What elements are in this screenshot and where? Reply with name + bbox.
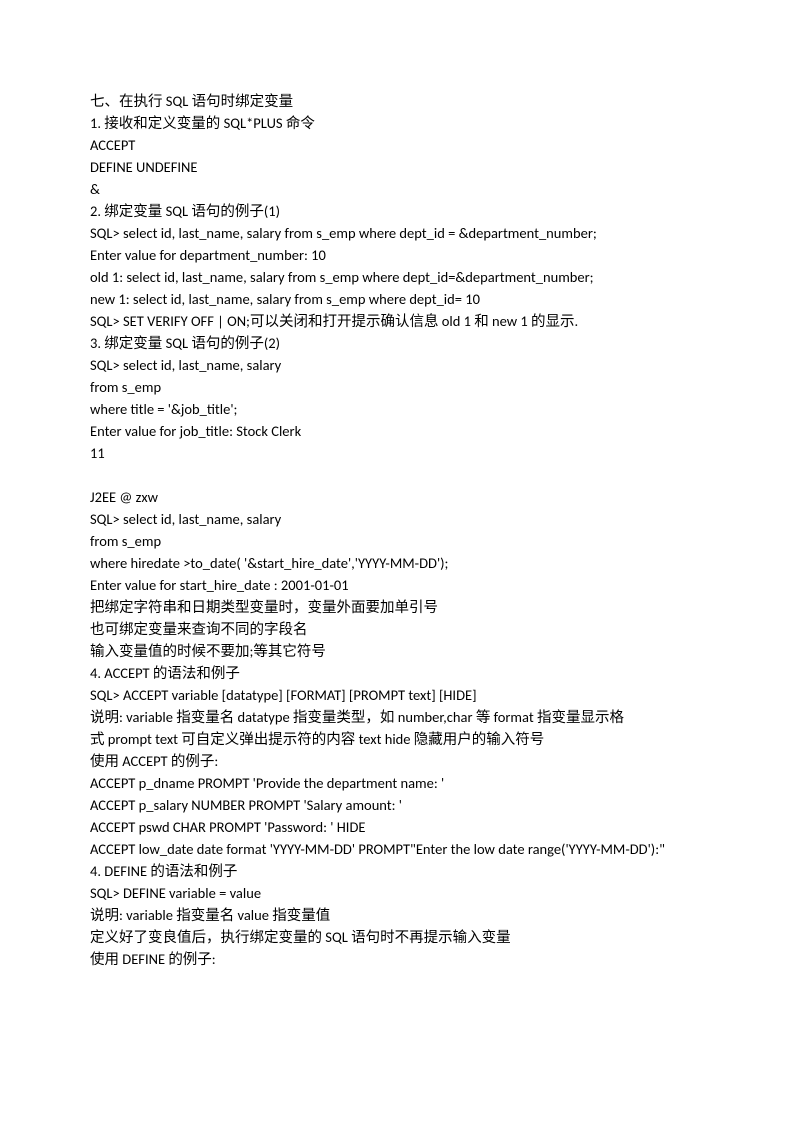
document-page: 七、在执行 SQL 语句时绑定变量1. 接收和定义变量的 SQL*PLUS 命令… (0, 0, 793, 970)
text-line: 4. DEFINE 的语法和例子 (90, 860, 703, 882)
text-line: 11 (90, 442, 703, 464)
text-line: 使用 DEFINE 的例子: (90, 948, 703, 970)
text-line: old 1: select id, last_name, salary from… (90, 266, 703, 288)
text-line: SQL> SET VERIFY OFF | ON;可以关闭和打开提示确认信息 o… (90, 310, 703, 332)
text-line: 4. ACCEPT 的语法和例子 (90, 662, 703, 684)
text-line: where hiredate >to_date( '&start_hire_da… (90, 552, 703, 574)
text-line: Enter value for job_title: Stock Clerk (90, 420, 703, 442)
text-line: 说明: variable 指变量名 value 指变量值 (90, 904, 703, 926)
text-line: ACCEPT (90, 134, 703, 156)
text-line: 说明: variable 指变量名 datatype 指变量类型，如 numbe… (90, 706, 703, 728)
text-line: SQL> select id, last_name, salary (90, 354, 703, 376)
text-line (90, 464, 703, 486)
text-line: ACCEPT p_dname PROMPT 'Provide the depar… (90, 772, 703, 794)
text-line: 3. 绑定变量 SQL 语句的例子(2) (90, 332, 703, 354)
text-line: 1. 接收和定义变量的 SQL*PLUS 命令 (90, 112, 703, 134)
text-line: SQL> select id, last_name, salary from s… (90, 222, 703, 244)
text-line: from s_emp (90, 530, 703, 552)
text-line: 把绑定字符串和日期类型变量时，变量外面要加单引号 (90, 596, 703, 618)
text-line: ACCEPT p_salary NUMBER PROMPT 'Salary am… (90, 794, 703, 816)
text-line: 输入变量值的时候不要加;等其它符号 (90, 640, 703, 662)
text-line: 使用 ACCEPT 的例子: (90, 750, 703, 772)
text-line: 也可绑定变量来查询不同的字段名 (90, 618, 703, 640)
text-line: & (90, 178, 703, 200)
text-line: SQL> select id, last_name, salary (90, 508, 703, 530)
text-line: where title = '&job_title'; (90, 398, 703, 420)
text-line: SQL> DEFINE variable = value (90, 882, 703, 904)
text-line: 2. 绑定变量 SQL 语句的例子(1) (90, 200, 703, 222)
text-line: from s_emp (90, 376, 703, 398)
text-line: Enter value for start_hire_date : 2001-0… (90, 574, 703, 596)
text-line: 七、在执行 SQL 语句时绑定变量 (90, 90, 703, 112)
text-line: SQL> ACCEPT variable [datatype] [FORMAT]… (90, 684, 703, 706)
text-line: ACCEPT pswd CHAR PROMPT 'Password: ' HID… (90, 816, 703, 838)
text-line: J2EE @ zxw (90, 486, 703, 508)
text-line: ACCEPT low_date date format 'YYYY-MM-DD'… (90, 838, 703, 860)
text-line: Enter value for department_number: 10 (90, 244, 703, 266)
text-line: DEFINE UNDEFINE (90, 156, 703, 178)
text-line: 定义好了变良值后，执行绑定变量的 SQL 语句时不再提示输入变量 (90, 926, 703, 948)
text-line: 式 prompt text 可自定义弹出提示符的内容 text hide 隐藏用… (90, 728, 703, 750)
text-line: new 1: select id, last_name, salary from… (90, 288, 703, 310)
